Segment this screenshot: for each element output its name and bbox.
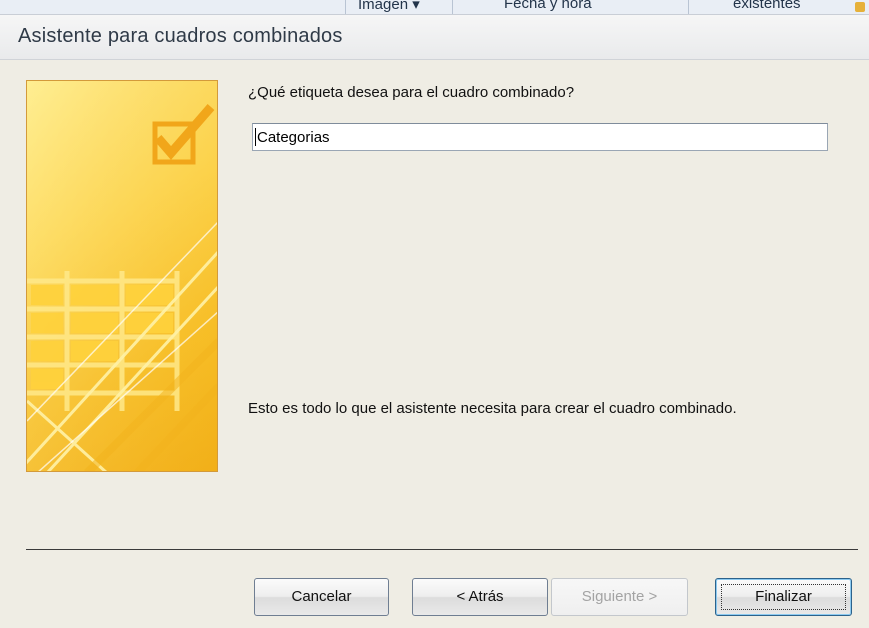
ribbon-item-fecha-hora[interactable]: Fecha y hora: [504, 0, 592, 12]
background-ribbon: Imagen ▾ Fecha y hora existentes: [0, 0, 869, 14]
cancel-button[interactable]: Cancelar: [254, 578, 389, 616]
screen: Imagen ▾ Fecha y hora existentes Asisten…: [0, 0, 869, 628]
button-divider: [26, 549, 858, 550]
combo-box-label-input[interactable]: [252, 123, 828, 151]
ribbon-separator: [452, 0, 453, 14]
combo-box-wizard-dialog: Asistente para cuadros combinados ¿Qué e…: [0, 14, 869, 628]
wizard-banner-image: [26, 80, 218, 472]
banner-artwork: [27, 81, 217, 471]
back-button-label: < Atrás: [456, 588, 504, 605]
label-question: ¿Qué etiqueta desea para el cuadro combi…: [248, 84, 575, 101]
dialog-title: Asistente para cuadros combinados: [18, 25, 343, 47]
next-button[interactable]: Siguiente >: [551, 578, 688, 616]
back-button[interactable]: < Atrás: [412, 578, 548, 616]
dialog-titlebar[interactable]: Asistente para cuadros combinados: [0, 14, 869, 60]
text-caret: [255, 128, 256, 146]
next-button-label: Siguiente >: [581, 588, 658, 605]
dialog-body: ¿Qué etiqueta desea para el cuadro combi…: [0, 60, 869, 628]
finish-button[interactable]: Finalizar: [715, 578, 852, 616]
ribbon-item-imagen[interactable]: Imagen ▾: [358, 0, 420, 13]
ribbon-separator: [688, 0, 689, 14]
ribbon-item-existentes[interactable]: existentes: [733, 0, 801, 12]
cancel-button-label: Cancelar: [291, 588, 352, 605]
ribbon-separator: [345, 0, 346, 14]
finish-button-label: Finalizar: [755, 588, 812, 605]
ribbon-icon[interactable]: [855, 2, 865, 12]
wizard-info-text: Esto es todo lo que el asistente necesit…: [248, 400, 737, 417]
